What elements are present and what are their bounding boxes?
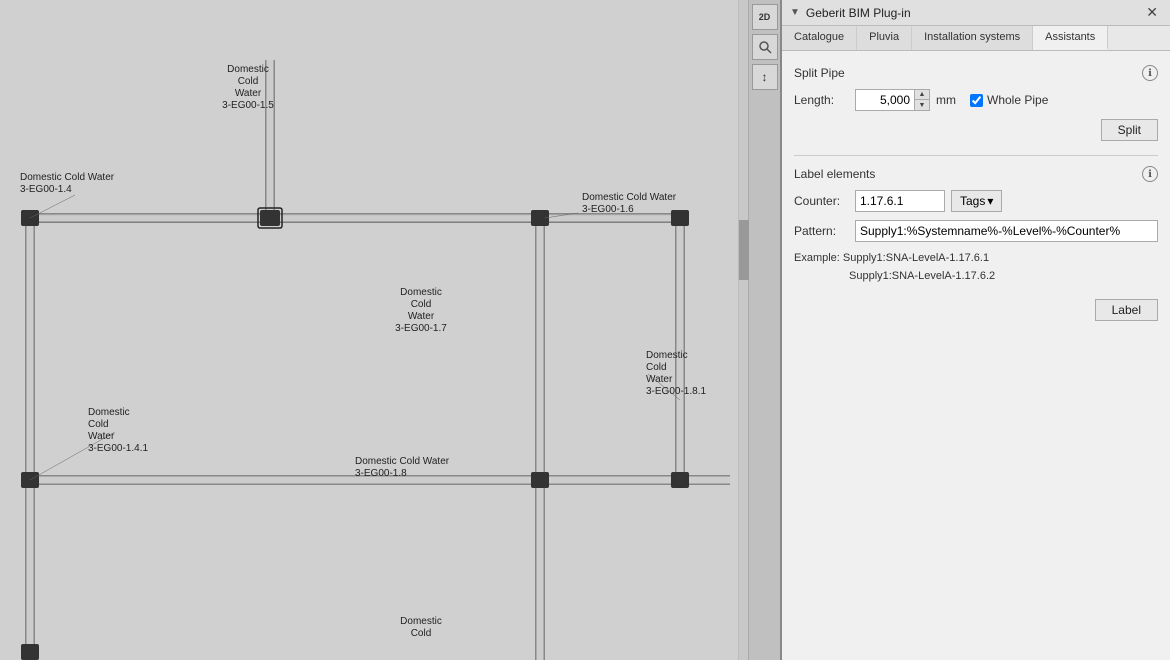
cad-scrollbar[interactable] [738,0,748,660]
tab-catalogue[interactable]: Catalogue [782,26,857,50]
cad-btn-2d[interactable]: 2D [752,4,778,30]
counter-row: Counter: Tags ▾ [794,190,1158,212]
pattern-row: Pattern: [794,220,1158,242]
counter-label: Counter: [794,194,849,208]
panel-titlebar: ▼ Geberit BIM Plug-in ✕ [782,0,1170,26]
svg-text:Domestic Cold Water: Domestic Cold Water [355,456,450,467]
svg-text:Water: Water [408,311,435,322]
example-line-2: Supply1:SNA-LevelA-1.17.6.2 [849,270,995,282]
svg-text:Water: Water [88,431,115,442]
bim-panel: ▼ Geberit BIM Plug-in ✕ Catalogue Pluvia… [780,0,1170,660]
split-btn-row: Split [794,119,1158,141]
cad-btn-nav[interactable]: ↕ [752,64,778,90]
panel-tabs: Catalogue Pluvia Installation systems As… [782,26,1170,51]
split-button[interactable]: Split [1101,119,1158,141]
panel-title: Geberit BIM Plug-in [806,6,911,20]
tags-label: Tags [960,194,985,208]
label-elements-title: Label elements [794,167,875,181]
svg-text:Domestic Cold Water: Domestic Cold Water [582,192,677,203]
cad-scrollbar-thumb[interactable] [739,220,749,280]
tags-button[interactable]: Tags ▾ [951,190,1002,212]
pattern-input[interactable] [855,220,1158,242]
label-button[interactable]: Label [1095,299,1158,321]
pattern-label: Pattern: [794,224,849,238]
cad-drawing: Domestic Cold Water 3-EG00-1.5 Domestic … [0,0,748,660]
split-pipe-info-icon[interactable]: ℹ [1142,65,1158,81]
cad-btn-zoom[interactable] [752,34,778,60]
label-elements-info-icon[interactable]: ℹ [1142,166,1158,182]
svg-text:3-EG00-1.8: 3-EG00-1.8 [355,468,407,479]
svg-text:Domestic: Domestic [88,407,130,418]
example-line-1: Supply1:SNA-LevelA-1.17.6.1 [843,252,989,264]
tab-installation-systems[interactable]: Installation systems [912,26,1033,50]
svg-text:Cold: Cold [238,76,259,87]
svg-text:Domestic: Domestic [646,350,688,361]
svg-text:3-EG00-1.5: 3-EG00-1.5 [222,100,274,111]
unit-label: mm [936,93,956,107]
length-label: Length: [794,93,849,107]
panel-content: Split Pipe ℹ Length: ▲ ▼ mm Whole Pipe S… [782,51,1170,660]
svg-text:3-EG00-1.7: 3-EG00-1.7 [395,323,447,334]
svg-text:3-EG00-1.4.1: 3-EG00-1.4.1 [88,443,148,454]
length-row: Length: ▲ ▼ mm Whole Pipe [794,89,1158,111]
svg-text:3-EG00-1.4: 3-EG00-1.4 [20,184,72,195]
svg-text:3-EG00-1.6: 3-EG00-1.6 [582,204,634,215]
svg-text:Water: Water [646,374,673,385]
svg-text:Domestic: Domestic [400,616,442,627]
svg-text:Cold: Cold [411,299,432,310]
whole-pipe-checkbox[interactable] [970,94,983,107]
tab-assistants[interactable]: Assistants [1033,26,1108,50]
section-divider [794,155,1158,156]
svg-text:Cold: Cold [646,362,667,373]
length-input[interactable] [855,89,915,111]
svg-text:Cold: Cold [88,419,109,430]
svg-text:Cold: Cold [411,628,432,639]
label-elements-header: Label elements ℹ [794,166,1158,182]
close-button[interactable]: ✕ [1142,4,1162,21]
split-pipe-title: Split Pipe [794,66,845,80]
svg-text:3-EG00-1.8.1: 3-EG00-1.8.1 [646,386,706,397]
svg-text:Domestic: Domestic [227,64,269,75]
cad-viewport[interactable]: Domestic Cold Water 3-EG00-1.5 Domestic … [0,0,780,660]
whole-pipe-label: Whole Pipe [987,93,1048,107]
svg-text:Water: Water [235,88,262,99]
svg-text:Domestic: Domestic [400,287,442,298]
split-pipe-header: Split Pipe ℹ [794,65,1158,81]
length-spinner: ▲ ▼ [855,89,930,111]
label-btn-row: Label [794,299,1158,321]
cad-toolbar: 2D ↕ [748,0,780,660]
minimize-icon[interactable]: ▼ [790,7,800,18]
whole-pipe-row: Whole Pipe [970,93,1048,107]
tab-pluvia[interactable]: Pluvia [857,26,912,50]
example-text: Example: Supply1:SNA-LevelA-1.17.6.1 Sup… [794,250,1158,285]
spinner-buttons: ▲ ▼ [915,89,930,111]
spinner-down[interactable]: ▼ [915,100,929,110]
spinner-up[interactable]: ▲ [915,90,929,100]
svg-text:Domestic Cold Water: Domestic Cold Water [20,172,115,183]
counter-input[interactable] [855,190,945,212]
example-label: Example: [794,252,840,264]
tags-arrow-icon: ▾ [987,194,993,208]
